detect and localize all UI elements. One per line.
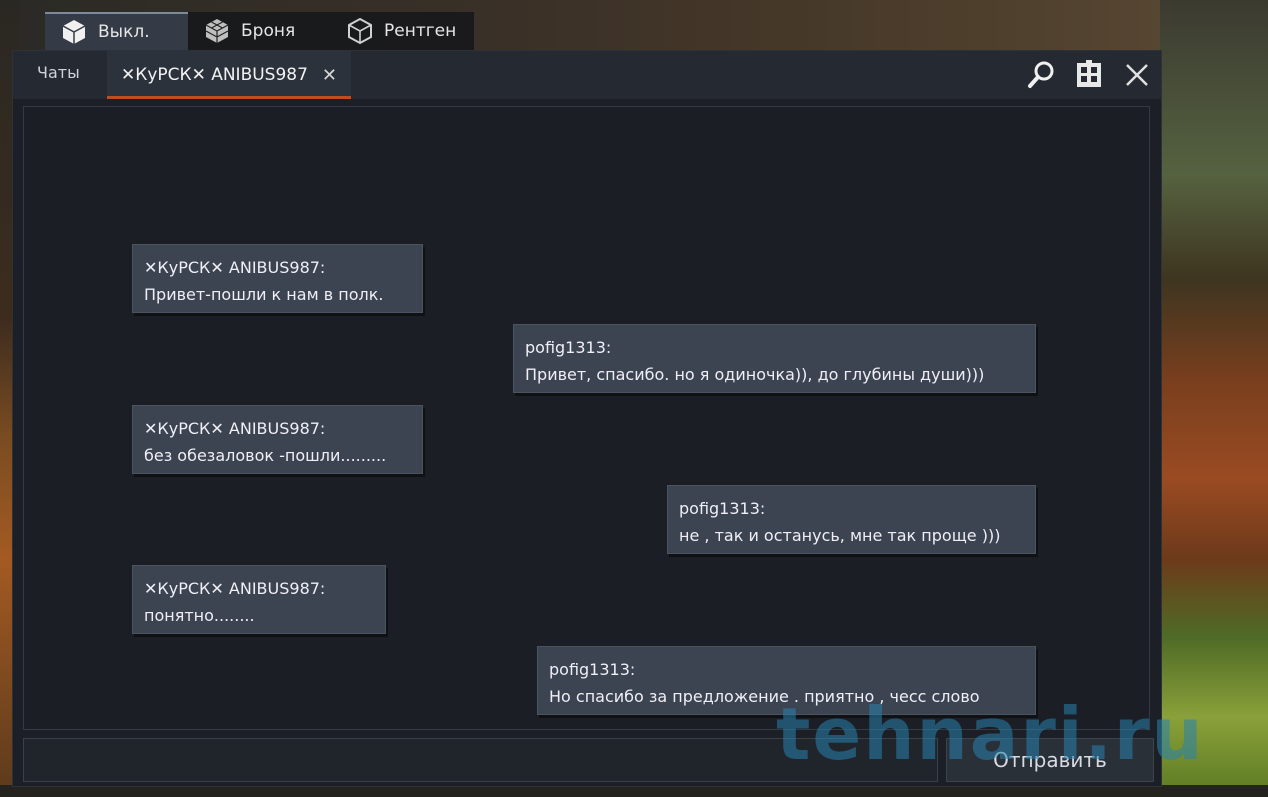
cube-armor-icon bbox=[202, 16, 232, 46]
chat-message: pofig1313: Но спасибо за предложение . п… bbox=[537, 646, 1036, 715]
chat-message: ✕КуРСК✕ ANIBUS987: понятно........ bbox=[132, 565, 386, 634]
tab-chats[interactable]: Чаты bbox=[37, 63, 80, 82]
mode-tab-label: Выкл. bbox=[98, 22, 150, 42]
chat-message: pofig1313: Привет, спасибо. но я одиночк… bbox=[513, 324, 1036, 393]
message-author: pofig1313: bbox=[679, 499, 766, 518]
chat-window: Чаты ✕КуРСК✕ ANIBUS987 ✕ ✕КуРСК✕ ANIBUS9… bbox=[12, 50, 1162, 787]
message-author: ✕КуРСК✕ ANIBUS987: bbox=[144, 579, 326, 598]
message-list[interactable]: ✕КуРСК✕ ANIBUS987: Привет-пошли к нам в … bbox=[23, 106, 1150, 730]
window-toolbar bbox=[1025, 59, 1153, 91]
message-author: ✕КуРСК✕ ANIBUS987: bbox=[144, 419, 326, 438]
mode-tab-armor[interactable]: Броня bbox=[188, 12, 331, 50]
message-text: Но спасибо за предложение . приятно , че… bbox=[549, 687, 980, 706]
tab-close-icon[interactable]: ✕ bbox=[322, 65, 337, 86]
message-text: понятно........ bbox=[144, 606, 255, 625]
message-text: Привет, спасибо. но я одиночка)), до глу… bbox=[525, 365, 985, 384]
message-input[interactable] bbox=[23, 738, 938, 782]
message-author: pofig1313: bbox=[525, 338, 612, 357]
message-text: без обезаловок -пошли......... bbox=[144, 446, 387, 465]
cube-xray-icon bbox=[345, 16, 375, 46]
chat-message: ✕КуРСК✕ ANIBUS987: Привет-пошли к нам в … bbox=[132, 244, 423, 313]
mode-tab-label: Рентген bbox=[384, 21, 457, 41]
tab-active-underline bbox=[107, 96, 352, 99]
cube-solid-icon bbox=[59, 17, 89, 47]
tab-active-label: ✕КуРСК✕ ANIBUS987 bbox=[121, 65, 308, 85]
mode-tab-off[interactable]: Выкл. bbox=[45, 12, 188, 50]
chat-message: pofig1313: не , так и останусь, мне так … bbox=[667, 485, 1036, 554]
message-text: Привет-пошли к нам в полк. bbox=[144, 285, 384, 304]
chat-titlebar: Чаты ✕КуРСК✕ ANIBUS987 ✕ bbox=[13, 51, 1161, 99]
send-button[interactable]: Отправить bbox=[946, 738, 1154, 782]
mode-tab-label: Броня bbox=[241, 21, 296, 41]
close-icon[interactable] bbox=[1121, 59, 1153, 91]
view-mode-tabs: Выкл. Броня Рентген bbox=[45, 12, 474, 50]
background-right-scenery bbox=[1160, 0, 1268, 797]
tab-active-conversation[interactable]: ✕КуРСК✕ ANIBUS987 ✕ bbox=[107, 51, 352, 99]
message-author: ✕КуРСК✕ ANIBUS987: bbox=[144, 258, 326, 277]
message-text: не , так и останусь, мне так проще ))) bbox=[679, 526, 1001, 545]
chat-message: ✕КуРСК✕ ANIBUS987: без обезаловок -пошли… bbox=[132, 405, 423, 474]
mode-tab-xray[interactable]: Рентген bbox=[331, 12, 474, 50]
message-author: pofig1313: bbox=[549, 660, 636, 679]
squad-icon[interactable] bbox=[1073, 59, 1105, 91]
search-icon[interactable] bbox=[1025, 59, 1057, 91]
